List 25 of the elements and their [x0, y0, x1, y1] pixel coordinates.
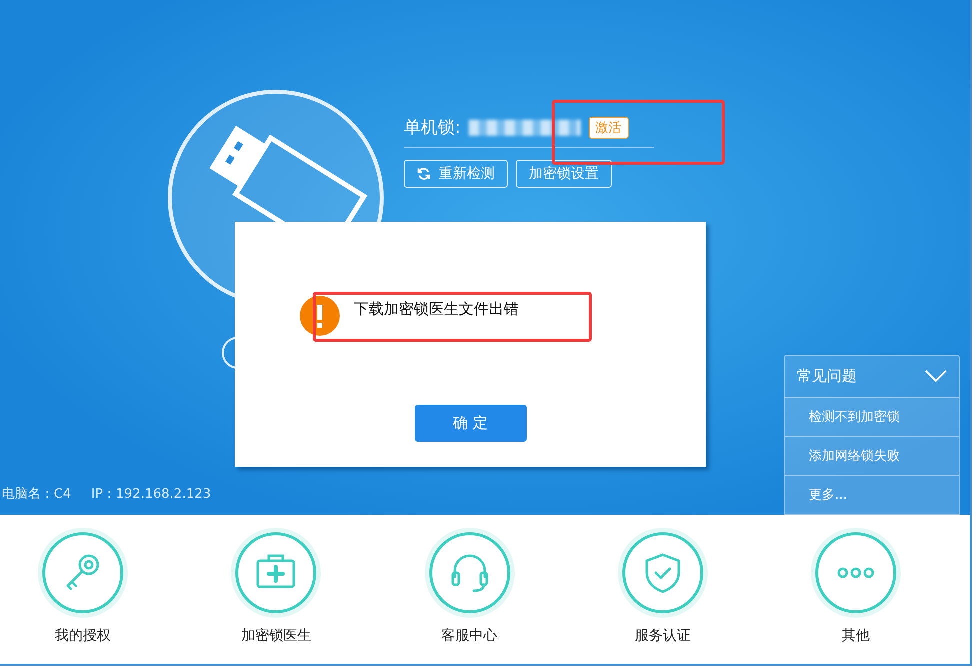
action-button[interactable]: 重新检测: [404, 160, 508, 188]
action-button[interactable]: 加密锁设置: [516, 160, 612, 188]
medical-kit-icon: [230, 527, 322, 619]
computer-name: 电脑名：C4: [2, 486, 72, 503]
chevron-icon: [925, 370, 947, 383]
shield-check-icon: [616, 527, 709, 619]
headset-icon: [424, 527, 516, 619]
nav-item[interactable]: 其他: [810, 515, 902, 664]
warning-icon: [300, 296, 340, 336]
faq-item[interactable]: 添加网络锁失败: [785, 436, 959, 475]
ip-address: IP：192.168.2.123: [91, 486, 212, 503]
refresh-icon: [417, 167, 431, 181]
faq-header[interactable]: 常见问题: [785, 356, 959, 397]
confirm-button[interactable]: 确 定: [414, 405, 526, 442]
nav-item[interactable]: 客服中心: [424, 515, 516, 664]
activate-button[interactable]: 激活: [588, 116, 629, 138]
nav-item[interactable]: 我的授权: [37, 515, 129, 664]
nav-item[interactable]: 服务认证: [616, 515, 709, 664]
error-message: 下载加密锁医生文件出错: [354, 300, 519, 319]
faq-item[interactable]: 检测不到加密锁: [785, 397, 959, 436]
more-icon: [810, 527, 902, 619]
key-icon: [37, 527, 129, 619]
lock-label: 单机锁:: [404, 117, 461, 139]
faq-item[interactable]: 更多...: [785, 475, 959, 514]
nav-item[interactable]: 加密锁医生: [230, 515, 322, 664]
